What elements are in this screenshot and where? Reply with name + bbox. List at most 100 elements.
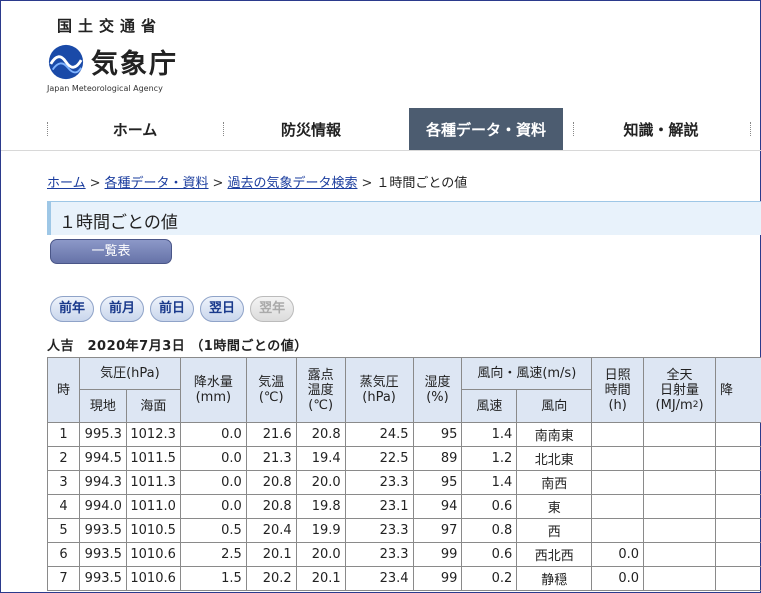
table-row: 6 993.5 1010.6 2.5 20.1 20.0 23.3 99 0.6 西北西 0.0 [47,542,761,567]
cell-temp: 20.8 [245,470,297,495]
nav-data-materials[interactable]: 各種データ・資料 [409,108,563,150]
prev-day-button[interactable]: 前日 [150,296,195,322]
cell-wind-speed: 1.2 [461,446,518,471]
cell-wind-dir: 静穏 [516,566,593,591]
cell-humidity: 94 [412,494,463,519]
cell-sunshine [591,446,645,471]
cell-humidity: 95 [412,470,463,495]
table-row: 3 994.3 1011.3 0.0 20.8 20.0 23.3 95 1.4 南西 [47,470,761,495]
nav-knowledge[interactable]: 知識・解説 [573,108,749,150]
cell-hour: 7 [47,566,80,591]
hourly-data-table-container[interactable]: 時 気圧(hPa) 降水量 (mm) 気温 (℃) 露点 温度 (℃) 蒸気圧 (hPa)… [47,357,761,593]
cell-wind-dir: 西 [516,518,593,543]
hourly-data-table: 時 気圧(hPa) 降水量 (mm) 気温 (℃) 露点 温度 (℃) 蒸気圧 (hPa)… [47,357,761,591]
cell-pressure-station: 994.0 [78,494,127,519]
cell-pressure-sea: 1011.3 [125,470,181,495]
cell-radiation [643,566,716,591]
cell-hour: 4 [47,494,80,519]
table-row: 4 994.0 1011.0 0.0 20.8 19.8 23.1 94 0.6 東 [47,494,761,519]
agency-name-en: Japan Meteorological Agency [47,84,163,93]
cell-temp: 21.6 [245,422,297,447]
cell-radiation [643,494,716,519]
cell-radiation [643,542,716,567]
header-next: 降 [715,357,761,423]
header-vapor: 蒸気圧 (hPa) [344,357,414,423]
cell-wind-speed: 0.8 [461,518,518,543]
breadcrumb-separator: > [89,176,101,191]
agency-logo[interactable]: 国土交通省 気象庁 Japan Meteorological Agency [47,15,178,93]
prev-year-button[interactable]: 前年 [50,296,95,322]
header-hour: 時 [47,357,80,423]
nav-home[interactable]: ホーム [47,108,223,150]
cell-humidity: 97 [412,518,463,543]
cell-wind-dir: 西北西 [516,542,593,567]
cell-next [715,470,761,495]
cell-sunshine [591,518,645,543]
cell-wind-speed: 0.2 [461,566,518,591]
cell-precip: 1.5 [179,566,247,591]
ministry-name: 国土交通省 [57,17,163,35]
global-nav: ホーム 防災情報 各種データ・資料 知識・解説 [47,108,749,150]
cell-precip: 0.5 [179,518,247,543]
cell-wind-dir: 南西 [516,470,593,495]
cell-next [715,566,761,591]
cell-humidity: 89 [412,446,463,471]
header-wind-speed: 風速 [461,389,518,423]
cell-hour: 6 [47,542,80,567]
header-wind: 風向・風速(m/s) [461,357,593,390]
jma-emblem-icon [48,44,84,79]
cell-dew: 20.1 [295,566,346,591]
header-humidity: 湿度 (%) [412,357,463,423]
header-dew: 露点 温度 (℃) [295,357,346,423]
cell-precip: 0.0 [179,422,247,447]
cell-hour: 3 [47,470,80,495]
header-pressure: 気圧(hPa) [78,357,181,390]
cell-next [715,422,761,447]
cell-sunshine: 0.0 [591,542,645,567]
cell-vapor: 23.1 [344,494,414,519]
header-radiation: 全天 日射量 (MJ/m2) [643,357,716,423]
date-navigation: 前年 前月 前日 翌日 翌年 [50,296,295,322]
cell-temp: 20.4 [245,518,297,543]
cell-wind-speed: 1.4 [461,470,518,495]
cell-vapor: 24.5 [344,422,414,447]
cell-temp: 20.8 [245,494,297,519]
header-precip: 降水量 (mm) [179,357,247,423]
breadcrumb-current: １時間ごとの値 [376,176,468,191]
cell-dew: 19.8 [295,494,346,519]
cell-pressure-sea: 1011.5 [125,446,181,471]
cell-hour: 1 [47,422,80,447]
table-row: 2 994.5 1011.5 0.0 21.3 19.4 22.5 89 1.2 北北東 [47,446,761,471]
list-view-button[interactable]: 一覧表 [50,239,172,264]
cell-precip: 0.0 [179,470,247,495]
breadcrumb-home[interactable]: ホーム [47,176,86,191]
cell-wind-speed: 0.6 [461,542,518,567]
cell-next [715,494,761,519]
header-temp: 気温 (℃) [245,357,297,423]
next-day-button[interactable]: 翌日 [200,296,245,322]
prev-month-button[interactable]: 前月 [100,296,145,322]
cell-precip: 0.0 [179,446,247,471]
cell-humidity: 99 [412,542,463,567]
cell-radiation [643,518,716,543]
header-wind-dir: 風向 [516,389,593,423]
nav-disaster-info[interactable]: 防災情報 [223,108,399,150]
breadcrumb: ホーム > 各種データ・資料 > 過去の気象データ検索 >１時間ごとの値 [47,172,467,191]
cell-next [715,542,761,567]
cell-hour: 5 [47,518,80,543]
breadcrumb-separator: > [361,176,373,191]
cell-pressure-sea: 1010.6 [125,566,181,591]
cell-radiation [643,470,716,495]
cell-humidity: 95 [412,422,463,447]
header-divider [1,150,761,151]
cell-pressure-station: 993.5 [78,542,127,567]
header-pressure-station: 現地 [78,389,127,423]
cell-sunshine: 0.0 [591,566,645,591]
cell-wind-dir: 東 [516,494,593,519]
cell-pressure-station: 994.3 [78,470,127,495]
cell-sunshine [591,422,645,447]
cell-humidity: 99 [412,566,463,591]
cell-precip: 0.0 [179,494,247,519]
breadcrumb-search[interactable]: 過去の気象データ検索 [227,176,357,191]
breadcrumb-data[interactable]: 各種データ・資料 [105,176,209,191]
